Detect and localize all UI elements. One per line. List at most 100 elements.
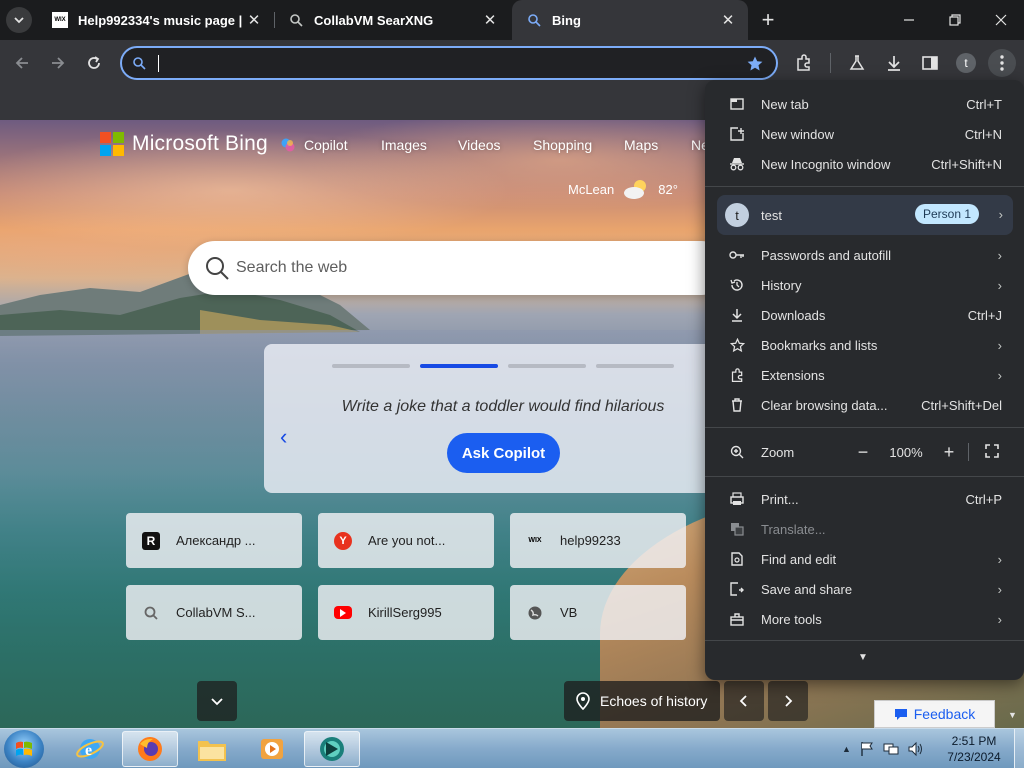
menu-scroll-more-icon[interactable]: ▼ [858, 652, 868, 663]
quick-link-tile[interactable]: KirillSerg995 [318, 585, 494, 640]
menu-separator [705, 640, 1024, 641]
image-info-button[interactable]: Echoes of history [564, 681, 720, 721]
tab-search-button[interactable] [6, 7, 32, 33]
quick-link-tile[interactable]: Y Are you not... [318, 513, 494, 568]
menu-item-new-incognito[interactable]: New Incognito window Ctrl+Shift+N [705, 149, 1024, 179]
taskbar-chrome-window[interactable] [304, 731, 360, 767]
menu-item-find-edit[interactable]: Find and edit › [705, 544, 1024, 574]
menu-item-translate[interactable]: Translate... [705, 514, 1024, 544]
image-caption: Echoes of history [600, 693, 708, 709]
ask-copilot-button[interactable]: Ask Copilot [447, 433, 560, 473]
restore-button[interactable] [932, 0, 978, 40]
carousel-dot[interactable] [596, 364, 674, 368]
quick-link-tile[interactable]: VB [510, 585, 686, 640]
menu-item-extensions[interactable]: Extensions › [705, 360, 1024, 390]
network-icon[interactable] [883, 741, 899, 757]
back-arrow-icon [15, 57, 28, 69]
menu-item-downloads[interactable]: Downloads Ctrl+J [705, 300, 1024, 330]
menu-item-new-tab[interactable]: New tab Ctrl+T [705, 89, 1024, 119]
nav-copilot[interactable]: Copilot [280, 137, 348, 153]
start-button[interactable] [4, 730, 44, 768]
clock-time: 2:51 PM [951, 734, 997, 748]
quick-link-tile[interactable]: R Александр ... [126, 513, 302, 568]
next-image-button[interactable] [768, 681, 808, 721]
tab-bing[interactable]: Bing ✕ [512, 0, 748, 40]
tab-title: Help992334's music page | hel [78, 12, 242, 28]
bookmark-star-icon[interactable] [746, 55, 764, 73]
taskbar-file-explorer[interactable] [184, 731, 240, 767]
quick-link-tile[interactable]: CollabVM S... [126, 585, 302, 640]
nav-shopping[interactable]: Shopping [533, 137, 592, 153]
menu-item-clear-data[interactable]: Clear browsing data... Ctrl+Shift+Del [705, 390, 1024, 420]
feedback-button[interactable]: Feedback [874, 700, 995, 728]
previous-image-button[interactable] [724, 681, 764, 721]
menu-item-new-window[interactable]: New window Ctrl+N [705, 119, 1024, 149]
chevron-right-icon [785, 695, 793, 707]
taskbar-internet-explorer[interactable]: e [62, 731, 118, 767]
show-hidden-icons-icon[interactable]: ▲ [842, 744, 851, 754]
tile-label: Александр ... [176, 533, 256, 548]
downloads-button[interactable] [880, 49, 908, 77]
toolbar-separator [830, 53, 831, 73]
zoom-out-button[interactable]: − [850, 439, 876, 465]
fullscreen-button[interactable] [985, 444, 999, 461]
menu-item-history[interactable]: History › [705, 270, 1024, 300]
kebab-menu-icon [1000, 55, 1004, 71]
chevron-right-icon: › [997, 367, 1002, 383]
chevron-right-icon: › [997, 337, 1002, 353]
chrome-menu-button[interactable] [988, 49, 1016, 77]
menu-item-print[interactable]: Print... Ctrl+P [705, 484, 1024, 514]
searxng-icon [142, 604, 160, 622]
menu-item-bookmarks[interactable]: Bookmarks and lists › [705, 330, 1024, 360]
nav-maps[interactable]: Maps [624, 137, 658, 153]
minimize-button[interactable] [886, 0, 932, 40]
side-panel-button[interactable] [916, 49, 944, 77]
new-tab-button[interactable]: + [756, 7, 780, 32]
quick-link-tile[interactable]: WIX help99233 [510, 513, 686, 568]
side-panel-icon [922, 56, 938, 70]
chevron-right-icon: › [997, 277, 1002, 293]
carousel-dot-active[interactable] [420, 364, 498, 368]
show-desktop-button[interactable] [1014, 729, 1024, 768]
chevron-left-icon[interactable]: ‹ [280, 424, 287, 450]
volume-icon[interactable] [907, 741, 923, 757]
reload-button[interactable] [80, 49, 108, 77]
bing-logo[interactable]: Microsoft Bing [100, 131, 268, 157]
forward-button[interactable] [44, 49, 72, 77]
address-input[interactable] [162, 53, 742, 73]
carousel-dot[interactable] [508, 364, 586, 368]
scrollbar-down-arrow[interactable]: ▼ [1008, 710, 1022, 724]
chevron-down-icon [14, 17, 24, 24]
tile-label: KirillSerg995 [368, 605, 442, 620]
tab-collabvm-searxng[interactable]: CollabVM SearXNG ✕ [274, 0, 510, 40]
close-window-button[interactable] [978, 0, 1024, 40]
menu-item-more-tools[interactable]: More tools › [705, 604, 1024, 634]
close-tab-icon[interactable]: ✕ [716, 8, 740, 32]
address-bar[interactable] [120, 46, 778, 80]
menu-item-passwords[interactable]: Passwords and autofill › [705, 240, 1024, 270]
profile-button[interactable]: t [952, 49, 980, 77]
tab-music-page[interactable]: WIX Help992334's music page | hel ✕ [38, 0, 274, 40]
carousel-dot[interactable] [332, 364, 410, 368]
taskbar-media-player[interactable] [244, 731, 300, 767]
scroll-down-button[interactable] [197, 681, 237, 721]
nav-videos[interactable]: Videos [458, 137, 501, 153]
extensions-button[interactable] [790, 49, 818, 77]
bing-search-box[interactable]: Search the web [188, 241, 728, 295]
system-clock[interactable]: 2:51 PM 7/23/2024 [944, 733, 1004, 765]
close-tab-icon[interactable]: ✕ [242, 8, 266, 32]
trash-icon [729, 397, 745, 413]
weather-widget[interactable]: McLean 82° [568, 178, 678, 200]
back-button[interactable] [8, 49, 36, 77]
taskbar-firefox[interactable] [122, 731, 178, 767]
windows-logo-icon [16, 741, 32, 756]
system-tray: ▲ [842, 729, 923, 768]
labs-button[interactable] [843, 49, 871, 77]
zoom-in-button[interactable]: + [936, 439, 962, 465]
close-tab-icon[interactable]: ✕ [478, 8, 502, 32]
action-center-flag-icon[interactable] [859, 741, 875, 757]
chevron-down-icon [211, 698, 223, 706]
menu-item-save-share[interactable]: Save and share › [705, 574, 1024, 604]
menu-profile-row[interactable]: t test Person 1 › [717, 195, 1013, 235]
nav-images[interactable]: Images [381, 137, 427, 153]
